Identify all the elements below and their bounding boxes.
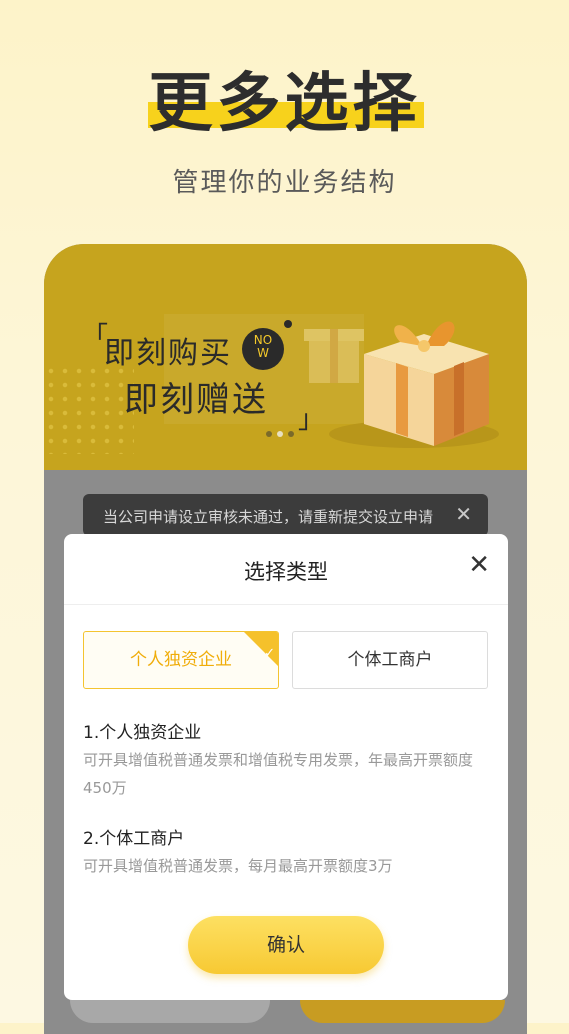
toast-message: 当公司申请设立审核未通过，请重新提交设立申请	[103, 508, 434, 526]
close-icon[interactable]: ✕	[455, 502, 472, 526]
notice-toast: 当公司申请设立审核未通过，请重新提交设立申请 ✕	[83, 494, 488, 536]
description-heading-1: 1.个人独资企业	[83, 723, 202, 743]
background-button-left	[70, 1000, 270, 1023]
option-individual-business[interactable]: 个体工商户	[292, 631, 488, 689]
dot-pattern	[44, 364, 134, 454]
background-button-right	[300, 1000, 505, 1023]
modal-title: 选择类型	[244, 560, 328, 584]
close-icon[interactable]: ✕	[468, 550, 490, 580]
selected-corner-badge: ✓	[244, 632, 278, 666]
headline: 更多选择	[0, 52, 569, 144]
pager-dot-active[interactable]	[277, 431, 283, 437]
now-badge: NO W	[242, 328, 284, 370]
page-subtitle: 管理你的业务结构	[172, 168, 397, 198]
gift-box-icon	[304, 321, 499, 448]
pager-dot[interactable]	[266, 431, 272, 437]
promo-banner[interactable]: 「 即刻购买 NO W 即刻赠送 」	[44, 244, 527, 470]
banner-line-2: 即刻赠送	[124, 380, 268, 420]
option-sole-proprietorship[interactable]: 个人独资企业 ✓	[83, 631, 279, 689]
description-text-2: 可开具增值税普通发票，每月最高开票额度3万	[83, 857, 393, 875]
option-label: 个人独资企业	[130, 650, 232, 670]
banner-pager[interactable]	[266, 422, 299, 441]
divider	[64, 604, 508, 605]
option-label: 个体工商户	[347, 650, 433, 670]
confirm-button[interactable]: 确认	[188, 916, 384, 974]
page-title: 更多选择	[148, 67, 421, 141]
banner-line-1: 即刻购买	[104, 336, 232, 371]
description-text-1: 可开具增值税普通发票和增值税专用发票，年最高开票额度450万	[83, 751, 474, 797]
description-heading-2: 2.个体工商户	[83, 829, 185, 849]
check-icon: ✓	[264, 646, 275, 661]
pager-dot[interactable]	[288, 431, 294, 437]
select-type-modal: 选择类型 ✕ 个人独资企业 ✓ 个体工商户 1.个人独资企业 可开具增值税普通发…	[64, 534, 508, 1000]
badge-dot	[284, 320, 292, 328]
